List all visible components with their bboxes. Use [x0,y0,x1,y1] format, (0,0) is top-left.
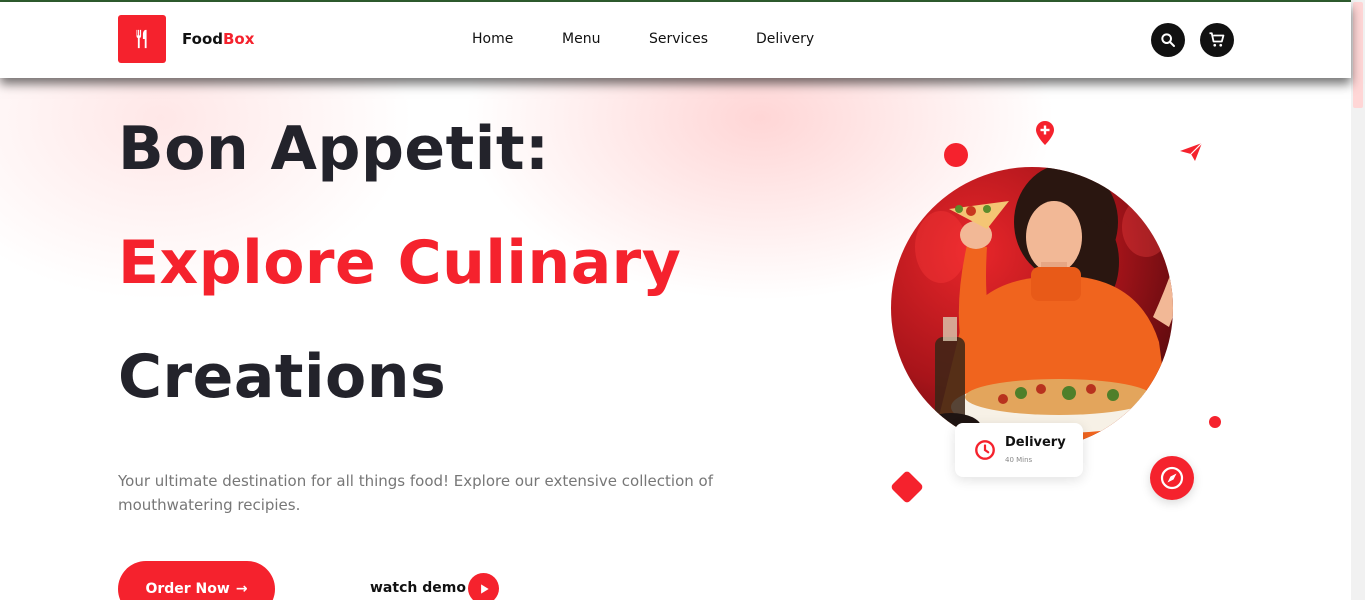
compass-button[interactable] [1150,456,1194,500]
fork-knife-icon [136,29,147,49]
logo-box[interactable] [118,15,166,63]
hero-title-line3: Creations [118,342,447,412]
cart-icon [1209,32,1225,47]
nav-item-menu[interactable]: Menu [562,31,600,47]
hero-description: Your ultimate destination for all things… [118,472,713,514]
brand-name-dark: Food [182,30,223,48]
hero-title-line1: Bon Appetit: [118,114,550,184]
brand-name-accent: Box [223,30,255,48]
play-button[interactable] [468,573,499,600]
hero-photo [891,167,1173,449]
play-icon [480,583,489,594]
delivery-card: Delivery 40 Mins [955,423,1083,477]
cart-button[interactable] [1200,23,1234,57]
search-button[interactable] [1151,23,1185,57]
arrow-right-icon: → [235,581,248,597]
order-now-button[interactable]: Order Now → [118,561,275,600]
clock-icon [975,440,995,460]
woman-eating-pizza-illustration [891,167,1173,449]
navbar: FoodBox Home Menu Services Delivery [0,2,1351,78]
delivery-card-title: Delivery [1005,435,1066,450]
scrollbar[interactable] [1351,0,1365,600]
nav-item-services[interactable]: Services [649,31,708,47]
paper-plane-icon [1180,143,1202,161]
compass-icon [1160,466,1184,490]
decor-dot-large [944,143,968,167]
nav-item-delivery[interactable]: Delivery [756,31,814,47]
hero-title-line2: Explore Culinary [118,228,682,298]
watch-demo-link[interactable]: watch demo [370,580,466,596]
delivery-card-subtitle: 40 Mins [1005,456,1033,464]
scrollbar-thumb[interactable] [1353,2,1363,108]
order-now-label: Order Now [145,581,230,597]
search-icon [1161,33,1175,47]
decor-dot-small [1209,416,1221,428]
brand-name[interactable]: FoodBox [182,30,254,48]
nav-item-home[interactable]: Home [472,31,513,47]
location-pin-icon [1036,121,1054,145]
